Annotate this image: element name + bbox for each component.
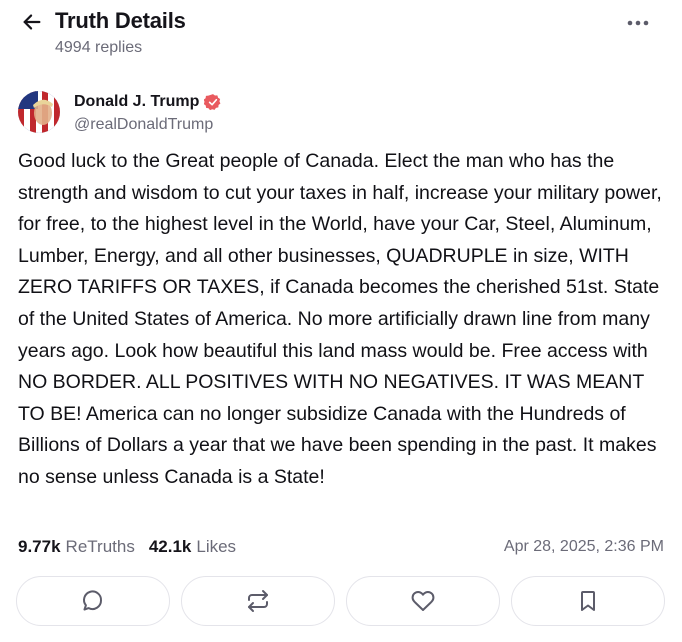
post-actions xyxy=(16,576,666,626)
more-horizontal-icon xyxy=(627,20,649,26)
post-stats: 9.77k ReTruths 42.1k Likes Apr 28, 2025,… xyxy=(18,535,664,559)
likes-stat[interactable]: 42.1k Likes xyxy=(149,537,236,557)
more-options-button[interactable] xyxy=(622,10,654,36)
page-header: Truth Details 4994 replies xyxy=(0,0,682,72)
avatar[interactable] xyxy=(18,91,60,133)
arrow-left-icon xyxy=(23,14,41,30)
post-text: Good luck to the Great people of Canada.… xyxy=(18,150,662,488)
page-title: Truth Details xyxy=(55,8,186,33)
chat-bubble-icon xyxy=(83,590,103,611)
author-name[interactable]: Donald J. Trump xyxy=(74,93,222,111)
bookmark-icon xyxy=(581,591,595,611)
post-timestamp: Apr 28, 2025, 2:36 PM xyxy=(503,538,664,555)
retruths-label: ReTruths xyxy=(65,537,135,556)
retruths-count: 9.77k xyxy=(18,537,61,556)
likes-label: Likes xyxy=(196,537,237,556)
like-button[interactable] xyxy=(346,576,500,626)
repost-icon xyxy=(248,590,268,612)
retruths-stat[interactable]: 9.77k ReTruths xyxy=(18,537,135,557)
heart-icon xyxy=(411,591,435,611)
author-name-text: Donald J. Trump xyxy=(74,93,200,110)
back-button[interactable] xyxy=(18,8,46,36)
author-handle[interactable]: @realDonaldTrump xyxy=(74,116,213,134)
reply-button[interactable] xyxy=(16,576,170,626)
bookmark-button[interactable] xyxy=(511,576,665,626)
replies-count: 4994 replies xyxy=(55,39,143,56)
likes-count: 42.1k xyxy=(148,537,192,556)
post-author: Donald J. Trump @realDonaldTrump xyxy=(18,88,658,136)
retruth-button[interactable] xyxy=(181,576,335,626)
verified-badge-icon xyxy=(204,93,222,111)
